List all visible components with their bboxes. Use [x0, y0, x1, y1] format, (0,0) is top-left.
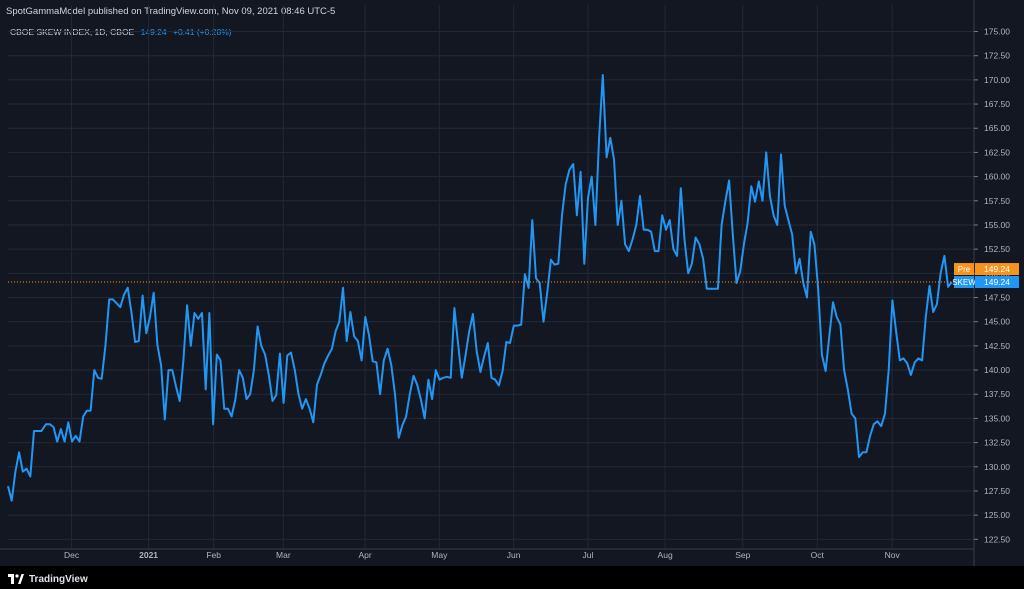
y-tick-label: 167.50 — [984, 99, 1010, 109]
x-tick-label: May — [431, 550, 448, 560]
y-tick-label: 132.50 — [984, 438, 1010, 448]
x-tick-label: 2021 — [139, 550, 158, 560]
x-tick-label: Aug — [658, 550, 673, 560]
pre-badge-name: Pre — [958, 265, 971, 274]
y-tick-label: 137.50 — [984, 389, 1010, 399]
y-tick-label: 125.00 — [984, 510, 1010, 520]
skew-line — [7, 74, 953, 502]
y-tick-label: 152.50 — [984, 244, 1010, 254]
y-tick-label: 122.50 — [984, 534, 1010, 544]
axes — [0, 0, 975, 566]
y-tick-label: 142.50 — [984, 341, 1010, 351]
y-tick-label: 157.50 — [984, 196, 1010, 206]
grid-lines — [8, 5, 974, 549]
chart-window: SpotGammaModel published on TradingView.… — [0, 0, 1024, 589]
x-tick-label: Oct — [811, 550, 825, 560]
x-tick-label: Dec — [64, 550, 80, 560]
y-tick-label: 145.00 — [984, 317, 1010, 327]
footer-bar — [0, 566, 1024, 589]
x-tick-label: Mar — [276, 550, 291, 560]
y-tick-label: 162.50 — [984, 147, 1010, 157]
tradingview-logo-icon — [8, 574, 24, 584]
y-tick-label: 130.00 — [984, 462, 1010, 472]
y-tick-label: 175.00 — [984, 27, 1010, 37]
tradingview-brand[interactable]: TradingView — [8, 572, 88, 586]
price-chart[interactable]: 175.00 172.50 170.00 167.50 165.00 162.50 160.… — [0, 0, 1024, 566]
x-tick-label: Nov — [885, 550, 901, 560]
y-tick-label: 155.00 — [984, 220, 1010, 230]
pre-badge-value: 149.24 — [984, 264, 1010, 274]
y-tick-label: 135.00 — [984, 413, 1010, 423]
brand-label: TradingView — [29, 573, 88, 585]
skew-series — [7, 74, 953, 502]
x-tick-label: Jul — [582, 550, 593, 560]
skew-badge: SKEW 149.24 — [952, 276, 1019, 289]
pre-badge: Pre 149.24 — [954, 263, 1019, 276]
x-tick-label: Jun — [507, 550, 521, 560]
y-tick-label: 170.00 — [984, 75, 1010, 85]
skew-badge-name: SKEW — [952, 278, 976, 287]
x-tick-label: Sep — [735, 550, 750, 560]
y-tick-label: 127.50 — [984, 486, 1010, 496]
y-tick-label: 165.00 — [984, 123, 1010, 133]
x-axis-ticks: Dec 2021 Feb Mar Apr May Jun Jul Aug Sep Oct Nov — [64, 550, 900, 560]
y-tick-label: 172.50 — [984, 51, 1010, 61]
y-tick-label: 160.00 — [984, 172, 1010, 182]
skew-badge-value: 149.24 — [984, 277, 1010, 287]
x-tick-label: Feb — [206, 550, 221, 560]
x-tick-label: Apr — [358, 550, 371, 560]
y-tick-label: 140.00 — [984, 365, 1010, 375]
y-tick-label: 147.50 — [984, 293, 1010, 303]
